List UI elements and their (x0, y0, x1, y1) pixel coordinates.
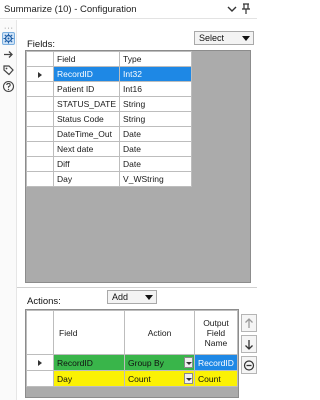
field-cell[interactable]: Day (53, 370, 125, 387)
actions-table: Field Action Output Field Name RecordID … (26, 310, 238, 387)
type-cell[interactable]: Date (119, 156, 193, 172)
column-header-output-field-name[interactable]: Output Field Name (194, 310, 238, 355)
table-row[interactable]: Day Count Count (26, 370, 238, 387)
chevron-down-icon (145, 295, 153, 300)
table-row[interactable]: RecordID Group By RecordID (26, 354, 238, 371)
section-divider (17, 287, 257, 288)
settings-icon[interactable] (2, 32, 15, 45)
fields-header-row: Field Type (26, 51, 193, 67)
field-cell[interactable]: Diff (52, 156, 121, 172)
move-down-icon (245, 340, 253, 350)
column-header-action[interactable]: Action (124, 310, 195, 355)
type-cell[interactable]: Int16 (119, 81, 193, 97)
table-row[interactable]: Status Code String (26, 111, 193, 127)
field-cell[interactable]: Status Code (52, 111, 121, 127)
table-row[interactable]: RecordID Int32 (26, 66, 193, 82)
window-title: Summarize (10) - Configuration (4, 4, 137, 15)
chevron-down-icon[interactable] (184, 373, 193, 384)
add-dropdown[interactable]: Add (107, 290, 157, 304)
add-label: Add (112, 292, 129, 302)
row-header (26, 96, 54, 112)
type-cell[interactable]: Date (119, 126, 193, 142)
arrow-icon[interactable] (2, 48, 15, 61)
row-header (26, 141, 54, 157)
chevron-down-icon[interactable] (226, 2, 238, 16)
field-cell[interactable]: Day (52, 171, 121, 187)
actions-label: Actions: (27, 296, 61, 307)
type-cell[interactable]: V_WString (119, 171, 193, 187)
field-cell[interactable]: RecordID (53, 354, 125, 371)
fields-label: Fields: (27, 39, 55, 50)
row-header (26, 126, 54, 142)
move-up-button[interactable] (241, 314, 257, 332)
row-header (26, 111, 54, 127)
row-header (26, 370, 54, 387)
table-row[interactable]: Diff Date (26, 156, 193, 172)
fields-table: Field Type RecordID Int32 Patient ID Int… (26, 51, 193, 187)
column-header-field[interactable]: Field (52, 51, 121, 67)
column-header-type[interactable]: Type (119, 51, 193, 67)
action-value: Group By (128, 357, 164, 368)
row-pointer-icon (26, 354, 54, 371)
field-cell[interactable]: DateTime_Out (52, 126, 121, 142)
output-field-name-cell[interactable]: Count (194, 370, 238, 387)
action-dropdown[interactable]: Count (124, 370, 195, 387)
chevron-down-icon[interactable] (184, 357, 193, 368)
table-row[interactable]: Patient ID Int16 (26, 81, 193, 97)
window-titlebar: Summarize (10) - Configuration (0, 0, 257, 19)
type-cell[interactable]: Int32 (119, 66, 193, 82)
pin-icon[interactable] (240, 2, 252, 16)
output-field-name-cell[interactable]: RecordID (194, 354, 238, 371)
field-cell[interactable]: Next date (52, 141, 121, 157)
remove-button[interactable] (241, 356, 257, 374)
row-header (26, 171, 54, 187)
remove-icon (243, 360, 255, 371)
table-row[interactable]: DateTime_Out Date (26, 126, 193, 142)
fields-grid: Field Type RecordID Int32 Patient ID Int… (25, 50, 251, 283)
select-label: Select (199, 33, 225, 43)
table-row[interactable]: Day V_WString (26, 171, 193, 187)
table-row[interactable]: STATUS_DATE String (26, 96, 193, 112)
help-icon[interactable] (2, 80, 15, 93)
row-header (26, 81, 54, 97)
move-up-icon (245, 318, 253, 328)
tag-icon[interactable] (2, 64, 15, 77)
column-header-field[interactable]: Field (53, 310, 125, 355)
actions-header-row: Field Action Output Field Name (26, 310, 238, 355)
field-cell[interactable]: RecordID (52, 66, 121, 82)
chevron-down-icon (242, 36, 250, 41)
field-cell[interactable]: Patient ID (52, 81, 121, 97)
table-row[interactable]: Next date Date (26, 141, 193, 157)
left-toolbar: ··· (0, 20, 17, 400)
row-pointer-icon (26, 66, 54, 82)
type-cell[interactable]: String (119, 111, 193, 127)
move-down-button[interactable] (241, 335, 257, 353)
actions-grid: Field Action Output Field Name RecordID … (25, 309, 239, 398)
field-cell[interactable]: STATUS_DATE (52, 96, 121, 112)
row-header-corner (26, 310, 54, 355)
type-cell[interactable]: Date (119, 141, 193, 157)
type-cell[interactable]: String (119, 96, 193, 112)
action-dropdown[interactable]: Group By (124, 354, 195, 371)
action-value: Count (128, 373, 151, 384)
row-header (26, 156, 54, 172)
row-header-corner (26, 51, 54, 67)
select-dropdown[interactable]: Select (194, 31, 254, 45)
